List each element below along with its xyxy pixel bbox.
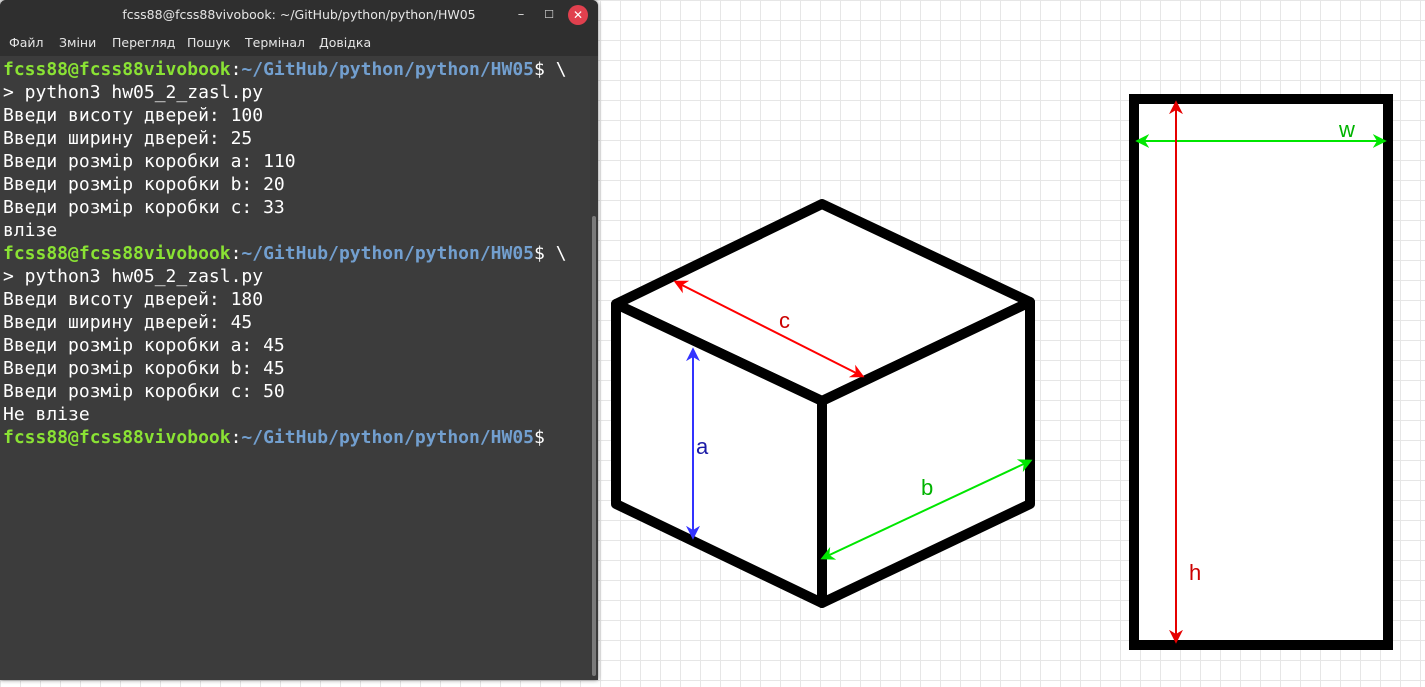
dimension-c-label: c xyxy=(779,308,790,333)
maximize-button[interactable]: ☐ xyxy=(539,5,559,25)
output-line: Введи розмір коробки a: 45 xyxy=(3,335,285,356)
window-title: fcss88@fcss88vivobook: ~/GitHub/python/p… xyxy=(122,7,476,22)
menu-edit[interactable]: Зміни xyxy=(59,35,96,50)
output-line: Введи ширину дверей: 45 xyxy=(3,312,253,333)
terminal-output[interactable]: fcss88@fcss88vivobook:~/GitHub/python/py… xyxy=(0,56,590,680)
output-line: Введи розмір коробки b: 45 xyxy=(3,358,285,379)
prompt-path: ~/GitHub/python/python/HW05 xyxy=(241,59,535,80)
close-button[interactable]: ✕ xyxy=(568,5,588,25)
dimension-h-label: h xyxy=(1189,560,1201,585)
output-line: Введи розмір коробки b: 20 xyxy=(3,174,285,195)
output-line: Введи ширину дверей: 25 xyxy=(3,128,253,149)
output-line: Введи розмір коробки a: 110 xyxy=(3,151,296,172)
menu-help[interactable]: Довідка xyxy=(319,35,371,50)
prompt-line: fcss88@fcss88vivobook:~/GitHub/python/py… xyxy=(3,426,567,449)
prompt-user: fcss88@fcss88vivobook xyxy=(3,243,231,264)
box-drawing xyxy=(611,199,1035,608)
door-drawing xyxy=(1129,94,1393,650)
menu-file[interactable]: Файл xyxy=(9,35,44,50)
prompt-user: fcss88@fcss88vivobook xyxy=(3,59,231,80)
dimension-a-label: a xyxy=(696,434,709,459)
terminal-window[interactable]: fcss88@fcss88vivobook: ~/GitHub/python/p… xyxy=(0,0,598,680)
scrollbar-thumb[interactable] xyxy=(592,216,596,676)
prompt-colon: : xyxy=(230,59,242,80)
terminal-scrollbar[interactable] xyxy=(590,56,598,680)
dimension-w-label: w xyxy=(1338,117,1355,142)
output-line: влізе xyxy=(3,220,58,241)
title-bar[interactable]: fcss88@fcss88vivobook: ~/GitHub/python/p… xyxy=(0,0,598,30)
minimize-button[interactable]: – xyxy=(511,5,531,25)
prompt-colon: : xyxy=(230,243,242,264)
prompt-colon: : xyxy=(230,427,242,448)
menu-terminal[interactable]: Термінал xyxy=(245,35,305,50)
output-line: Введи розмір коробки c: 33 xyxy=(3,197,285,218)
prompt-tail: $ \ xyxy=(534,243,567,264)
dimension-b-label: b xyxy=(921,475,933,500)
prompt-path: ~/GitHub/python/python/HW05 xyxy=(241,243,535,264)
output-line: > python3 hw05_2_zasl.py xyxy=(3,82,264,103)
output-line: Введи висоту дверей: 180 xyxy=(3,289,264,310)
menu-search[interactable]: Пошук xyxy=(187,35,230,50)
menu-bar: Файл Зміни Перегляд Пошук Термінал Довід… xyxy=(0,30,598,56)
output-line: Не влізе xyxy=(3,404,90,425)
prompt-tail: $ xyxy=(534,427,545,448)
prompt-line: fcss88@fcss88vivobook:~/GitHub/python/py… xyxy=(3,242,567,265)
prompt-path: ~/GitHub/python/python/HW05 xyxy=(241,427,535,448)
output-line: Введи розмір коробки c: 50 xyxy=(3,381,285,402)
terminal-lines: fcss88@fcss88vivobook:~/GitHub/python/py… xyxy=(3,58,567,449)
prompt-line: fcss88@fcss88vivobook:~/GitHub/python/py… xyxy=(3,58,567,81)
prompt-user: fcss88@fcss88vivobook xyxy=(3,427,231,448)
output-line: Введи висоту дверей: 100 xyxy=(3,105,264,126)
menu-view[interactable]: Перегляд xyxy=(112,35,175,50)
prompt-tail: $ \ xyxy=(534,59,567,80)
output-line: > python3 hw05_2_zasl.py xyxy=(3,266,264,287)
